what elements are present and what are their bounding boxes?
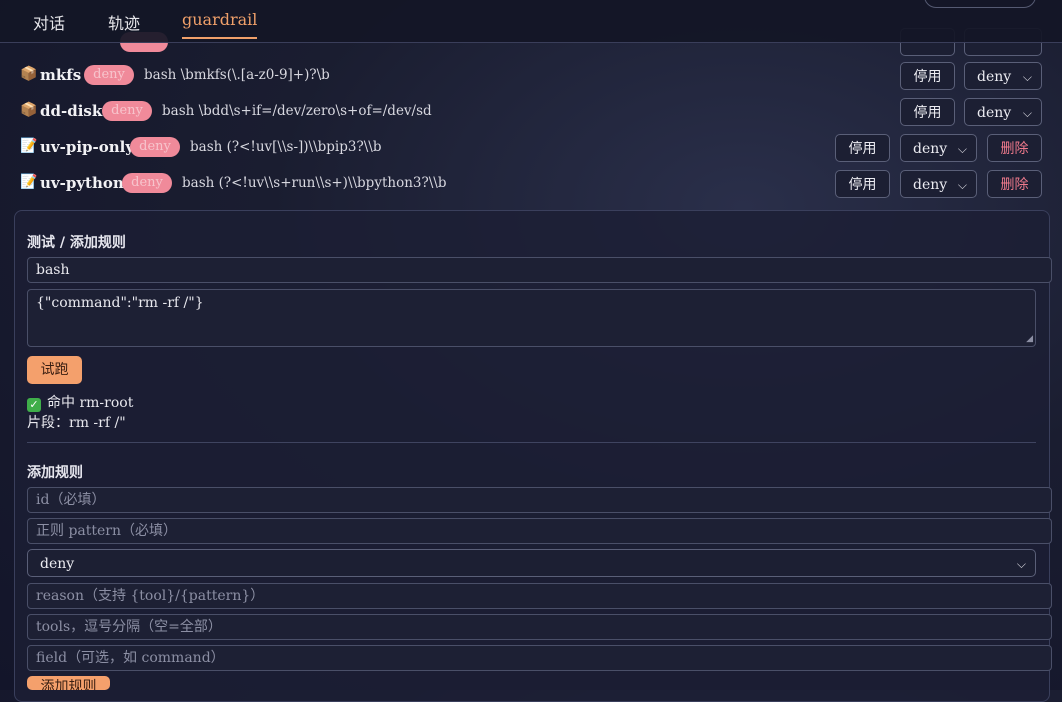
test-section-title: 测试 / 添加规则 <box>27 235 126 251</box>
disable-button[interactable]: 停用 <box>900 98 955 126</box>
rule-row: 📦 mkfs deny bash \bmkfs(\.[a-z0-9]+)?\b … <box>0 58 1062 94</box>
deny-badge: deny <box>122 173 172 193</box>
resize-handle-icon[interactable]: ◢ <box>1026 334 1033 344</box>
rule-pattern: bash \bdd\s+if=/dev/zero\s+of=/dev/sd <box>162 103 432 119</box>
disable-button[interactable]: 停用 <box>835 134 890 162</box>
pattern-input[interactable]: 正则 pattern（必填） <box>27 518 1052 544</box>
rule-name: uv-pip-only <box>40 138 135 156</box>
deny-badge: deny <box>84 65 134 85</box>
chevron-down-icon: ⌵ <box>1022 70 1032 84</box>
action-select[interactable]: deny ⌵ <box>964 98 1042 126</box>
args-textarea[interactable]: {"command":"rm -rf /"} ◢ <box>27 289 1036 347</box>
memo-icon: 📝 <box>20 174 38 190</box>
memo-icon: 📝 <box>20 138 38 154</box>
run-button[interactable]: 试跑 <box>27 356 82 384</box>
rule-pattern: bash (?<!uv[\\s-])\\bpip3?\\b <box>190 139 382 155</box>
chevron-down-icon: ⌵ <box>957 178 967 192</box>
deny-badge: deny <box>102 101 152 121</box>
field-input[interactable]: field（可选，如 command） <box>27 645 1052 671</box>
result-hit-text: 命中 rm-root <box>47 395 134 411</box>
rule-row: 📝 uv-python deny bash (?<!uv\\s+run\\s+)… <box>0 166 1062 202</box>
disable-button[interactable]: 停用 <box>835 170 890 198</box>
reason-input[interactable]: reason（支持 {tool}/{pattern}） <box>27 583 1052 609</box>
rule-pattern: bash \bmkfs(\.[a-z0-9]+)?\b <box>144 67 330 83</box>
result-snippet: 片段：rm -rf /" <box>27 415 126 431</box>
package-icon: 📦 <box>20 102 38 118</box>
chevron-down-icon: ⌵ <box>1016 557 1026 571</box>
tab-chat[interactable]: 对话 <box>33 10 65 42</box>
delete-button[interactable]: 删除 <box>987 134 1042 162</box>
package-icon: 📦 <box>20 66 38 82</box>
disable-button[interactable]: 停用 <box>900 62 955 90</box>
check-icon: ✓ <box>27 398 41 412</box>
add-section-title: 添加规则 <box>27 465 83 481</box>
chevron-down-icon: ⌵ <box>957 142 967 156</box>
action-select[interactable]: deny ⌵ <box>964 62 1042 90</box>
tool-input[interactable]: bash <box>27 257 1052 283</box>
action-value: deny <box>977 105 1012 121</box>
header-control[interactable] <box>924 0 1036 8</box>
action-value: deny <box>913 177 948 193</box>
add-action-value: deny <box>40 556 75 572</box>
action-select[interactable]: deny ⌵ <box>900 170 977 198</box>
action-select[interactable]: deny ⌵ <box>900 134 977 162</box>
rule-row: 📝 uv-pip-only deny bash (?<!uv[\\s-])\\b… <box>0 130 1062 166</box>
rule-name: dd-disk <box>40 102 103 120</box>
tab-bar: 对话 轨迹 guardrail <box>0 0 1062 43</box>
result-hit: ✓ 命中 rm-root <box>27 392 133 412</box>
tools-input[interactable]: tools，逗号分隔（空=全部） <box>27 614 1052 640</box>
rule-name: mkfs <box>40 66 82 84</box>
rule-name: uv-python <box>40 174 124 192</box>
action-value: deny <box>977 69 1012 85</box>
rule-row: 📦 dd-disk deny bash \bdd\s+if=/dev/zero\… <box>0 94 1062 130</box>
chevron-down-icon: ⌵ <box>1022 106 1032 120</box>
tab-guardrail[interactable]: guardrail <box>182 10 258 39</box>
args-value: {"command":"rm -rf /"} <box>36 295 204 311</box>
add-action-select[interactable]: deny ⌵ <box>27 549 1036 577</box>
rule-pattern: bash (?<!uv\\s+run\\s+)\\bpython3?\\b <box>182 175 447 191</box>
delete-button[interactable]: 删除 <box>987 170 1042 198</box>
action-value: deny <box>913 141 948 157</box>
tab-trajectory[interactable]: 轨迹 <box>108 10 140 42</box>
add-rule-button[interactable]: 添加规则 <box>27 676 110 690</box>
id-input[interactable]: id（必填） <box>27 487 1052 513</box>
deny-badge: deny <box>130 137 180 157</box>
divider <box>27 442 1036 443</box>
